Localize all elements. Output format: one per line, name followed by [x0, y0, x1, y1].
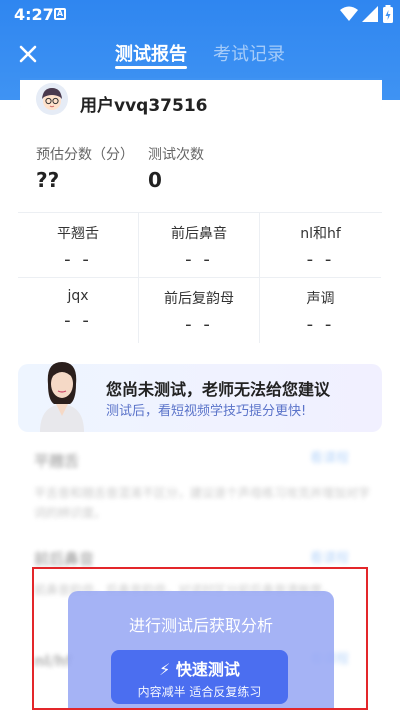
category-label: 前后鼻音	[171, 226, 227, 242]
estimated-score-label: 预估分数（分）	[36, 147, 134, 163]
test-count-value: 0	[148, 168, 162, 192]
status-bar: 4:27 A	[0, 0, 400, 28]
tab-test-report[interactable]: 测试报告	[115, 40, 187, 66]
category-label: 声调	[306, 291, 335, 307]
category-cell: jqx - -	[18, 278, 139, 343]
avatar	[36, 83, 68, 115]
close-icon[interactable]	[16, 42, 40, 66]
category-value: - -	[306, 314, 335, 335]
category-value: - -	[64, 249, 92, 270]
category-cell: nl和hf - -	[260, 213, 381, 278]
active-tab-indicator	[115, 66, 187, 69]
category-label: jqx	[67, 288, 89, 304]
section-title: 平翘舌	[34, 452, 80, 470]
avatar-illustration-icon	[36, 83, 68, 115]
test-count-label: 测试次数	[148, 147, 204, 163]
signal-icon	[362, 6, 378, 22]
category-cell: 声调 - -	[260, 278, 381, 343]
watch-course-link[interactable]: 看课程	[310, 447, 349, 466]
estimated-score-value: ??	[36, 168, 60, 192]
battery-icon	[383, 5, 393, 23]
watch-course-link[interactable]: 看课程	[310, 547, 349, 566]
highlight-box	[32, 567, 368, 710]
username: 用户vvq37516	[80, 96, 208, 116]
tab-exam-records[interactable]: 考试记录	[213, 40, 285, 66]
category-score-grid: 平翘舌 - - 前后鼻音 - - nl和hf - - jqx - - 前后复韵母…	[18, 212, 382, 343]
category-value: - -	[64, 310, 92, 331]
category-cell: 前后鼻音 - -	[139, 213, 260, 278]
banner-title: 您尚未测试，老师无法给您建议	[106, 380, 331, 399]
category-cell: 平翘舌 - -	[18, 213, 139, 278]
status-time: 4:27	[14, 5, 54, 24]
category-value: - -	[185, 249, 213, 270]
category-label: 平翘舌	[57, 226, 99, 242]
category-label: 前后复韵母	[164, 291, 234, 307]
category-value: - -	[185, 314, 213, 335]
category-value: - -	[306, 249, 335, 270]
category-label: nl和hf	[300, 226, 341, 242]
category-cell: 前后复韵母 - -	[139, 278, 260, 343]
notification-a-icon: A	[54, 8, 66, 20]
banner-subtitle: 测试后，看短视频学技巧提分更快!	[106, 404, 307, 419]
teacher-portrait-icon	[40, 362, 84, 432]
section-text: 平舌音和翘舌音混淆不区分，建议逐个声母练习攻克并增加对字词的辨识度。	[34, 486, 371, 520]
wifi-icon	[340, 6, 358, 21]
section-title: 前后鼻音	[34, 550, 95, 568]
